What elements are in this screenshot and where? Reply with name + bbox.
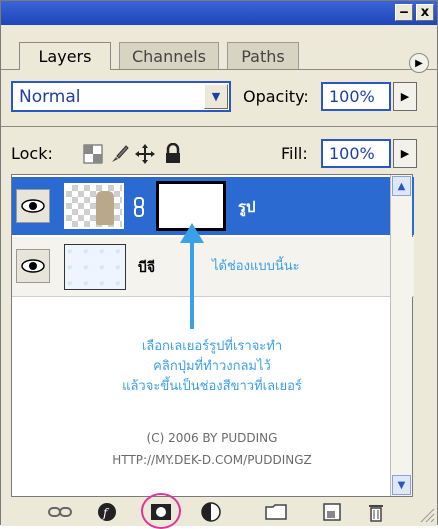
visibility-toggle[interactable] [16, 249, 50, 283]
fill-label: Fill: [281, 144, 308, 163]
blend-mode-select[interactable]: Normal ▼ [11, 81, 231, 112]
tab-channels[interactable]: Channels [119, 42, 219, 70]
visibility-toggle[interactable] [16, 189, 50, 223]
layers-panel: ‒ x Layers Channels Paths ▶ Normal ▼ Opa… [0, 0, 438, 529]
mask-link-icon[interactable] [133, 197, 145, 217]
fill-slider-button[interactable]: ▶ [393, 139, 417, 168]
credit-text: (C) 2006 BY PUDDING [146, 431, 278, 445]
minimize-button[interactable]: ‒ [395, 4, 413, 21]
transparency-lock-icon[interactable] [81, 142, 105, 166]
play-arrow-icon: ▶ [415, 57, 423, 69]
padlock-icon[interactable] [161, 142, 185, 166]
lock-label: Lock: [11, 144, 53, 163]
panel-title-bar: ‒ x [1, 1, 437, 25]
instruction-line-2: คลิกปุ่มที่ทำวงกลมไว้ [153, 359, 271, 374]
delete-layer-icon[interactable] [363, 501, 389, 523]
panel-tabs: Layers Channels Paths [1, 29, 437, 70]
layer-thumbnail[interactable] [64, 183, 124, 229]
close-button[interactable]: x [416, 4, 434, 21]
annotation-arrow-shaft [190, 229, 194, 329]
opacity-field[interactable]: 100% [321, 82, 391, 111]
play-arrow-icon: ▶ [400, 147, 410, 160]
layer-row-selected[interactable]: รูป [12, 177, 414, 235]
layers-scrollbar[interactable]: ▲ ▼ [390, 175, 412, 496]
opacity-slider-button[interactable]: ▶ [393, 82, 417, 111]
add-layer-mask-icon[interactable] [148, 501, 174, 523]
layer-name[interactable]: บีจี [138, 257, 155, 279]
tab-paths[interactable]: Paths [227, 42, 299, 70]
tab-layers[interactable]: Layers [19, 42, 111, 70]
eye-icon [21, 259, 45, 273]
section-divider [1, 126, 437, 127]
annotation-arrowhead-icon [180, 223, 204, 243]
layer-name[interactable]: รูป [238, 195, 256, 219]
credit-url: HTTP://MY.DEK-D.COM/PUDDINGZ [112, 453, 312, 467]
opacity-label: Opacity: [243, 87, 309, 106]
layer-style-icon[interactable]: f [95, 501, 121, 523]
mask-annotation: ได้ช่องแบบนี้นะ [212, 259, 300, 274]
layer-thumbnail[interactable] [64, 244, 126, 290]
link-layers-icon[interactable] [47, 501, 73, 523]
adjustment-layer-icon[interactable] [199, 501, 225, 523]
panel-footer: f [1, 493, 437, 529]
instruction-line-1: เลือกเลเยอร์รูปที่เราจะทำ [141, 339, 283, 354]
play-arrow-icon: ▶ [400, 90, 410, 103]
scroll-down-button[interactable]: ▼ [392, 475, 411, 495]
blend-mode-value: Normal [19, 87, 81, 107]
eye-icon [21, 199, 45, 213]
chevron-down-icon[interactable]: ▼ [204, 84, 228, 109]
move-lock-icon[interactable] [133, 142, 157, 166]
instruction-line-3: แล้วจะขึ้นเป็นช่องสีขาวที่เลเยอร์ [122, 379, 302, 394]
new-group-icon[interactable] [263, 501, 289, 523]
new-layer-icon[interactable] [319, 501, 345, 523]
scroll-up-button[interactable]: ▲ [392, 176, 411, 196]
brush-lock-icon[interactable] [107, 142, 131, 166]
photo-figure [96, 191, 114, 225]
fill-field[interactable]: 100% [321, 139, 391, 168]
resize-grip-icon[interactable] [417, 505, 435, 523]
panel-menu-button[interactable]: ▶ [409, 53, 429, 73]
layers-list: รูป บีจี ได้ช่องแบบนี้นะ เลือกเลเยอร์รูป… [11, 174, 414, 497]
